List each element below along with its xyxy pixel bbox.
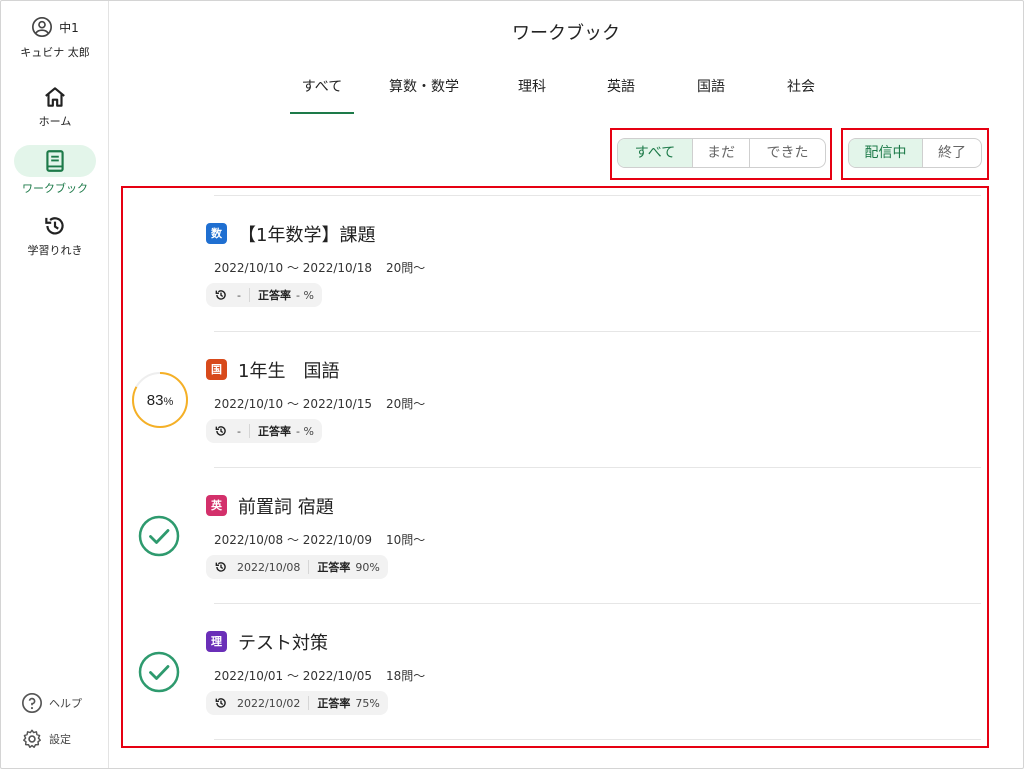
subject-badge: 理 xyxy=(206,631,227,652)
workbook-count: 20問〜 xyxy=(385,397,426,411)
help-link[interactable]: ヘルプ xyxy=(21,692,82,714)
workbook-item-math[interactable]: 数 【1年数学】課題 2022/10/10 〜 2022/10/18 20問〜 -… xyxy=(121,195,989,331)
history-icon xyxy=(215,290,226,300)
workbook-title: 前置詞 宿題 xyxy=(238,497,334,518)
list-divider xyxy=(214,739,981,740)
workbook-title: 1年生 国語 xyxy=(238,361,340,382)
sidebar: 中1 キュビナ 太郎 ホーム ワークブック 学習りれき ヘルプ 設定 xyxy=(1,1,109,768)
study-info-chip: 2022/10/08 正答率 90% xyxy=(206,555,388,579)
last-study-date: 2022/10/02 xyxy=(237,696,301,710)
subject-badge: 数 xyxy=(206,223,227,244)
tab-math[interactable]: 算数・数学 xyxy=(384,74,464,114)
progress-value: 83 xyxy=(147,392,164,409)
filter-done-button[interactable]: できた xyxy=(750,139,825,167)
gear-icon xyxy=(23,729,41,748)
tab-science[interactable]: 理科 xyxy=(517,74,547,114)
subject-badge: 国 xyxy=(206,359,227,380)
accuracy-value: - % xyxy=(295,288,314,302)
progress-filter: すべて まだ できた xyxy=(617,138,826,168)
tab-social[interactable]: 社会 xyxy=(786,74,816,114)
accuracy-label: 正答率 xyxy=(257,289,291,302)
tab-all[interactable]: すべて xyxy=(290,74,354,114)
tab-english[interactable]: 英語 xyxy=(606,74,636,114)
filter-all-button[interactable]: すべて xyxy=(618,139,693,167)
home-icon xyxy=(45,87,65,107)
subject-tabs: すべて 算数・数学 理科 英語 国語 社会 xyxy=(290,74,816,116)
user-profile[interactable]: 中1 キュビナ 太郎 xyxy=(1,14,109,60)
workbook-item-science[interactable]: 理 テスト対策 2022/10/01 〜 2022/10/05 18問〜 2022… xyxy=(121,603,989,739)
last-study-date: - xyxy=(237,288,241,302)
accuracy-label: 正答率 xyxy=(317,697,351,710)
study-info-chip: - 正答率 - % xyxy=(206,283,322,307)
workbook-list: 数 【1年数学】課題 2022/10/10 〜 2022/10/18 20問〜 -… xyxy=(121,187,989,747)
settings-link[interactable]: 設定 xyxy=(21,728,71,750)
history-icon xyxy=(215,426,226,436)
accuracy-value: 90% xyxy=(355,560,380,574)
history-icon xyxy=(45,217,64,235)
user-grade: 中1 xyxy=(59,20,79,35)
nav-item-workbook[interactable]: ワークブック xyxy=(14,145,96,203)
study-info-chip: 2022/10/02 正答率 75% xyxy=(206,691,388,715)
study-info-chip: - 正答率 - % xyxy=(206,419,322,443)
history-icon xyxy=(215,562,226,572)
accuracy-value: 75% xyxy=(355,696,380,710)
workbook-meta: 2022/10/10 〜 2022/10/18 20問〜 xyxy=(214,259,425,276)
nav-item-home[interactable]: ホーム xyxy=(14,84,96,142)
workbook-period: 2022/10/10 〜 2022/10/18 xyxy=(214,261,372,275)
tab-japanese[interactable]: 国語 xyxy=(696,74,726,114)
nav-label-workbook: ワークブック xyxy=(22,182,88,195)
nav-item-history[interactable]: 学習りれき xyxy=(14,213,96,271)
page-title: ワークブック xyxy=(512,23,620,44)
progress-unit: % xyxy=(163,396,173,408)
main-content: ワークブック すべて 算数・数学 理科 英語 国語 社会 すべて まだ できた … xyxy=(110,1,1022,768)
workbook-period: 2022/10/01 〜 2022/10/05 xyxy=(214,669,372,683)
nav-label-history: 学習りれき xyxy=(27,244,83,257)
check-circle-icon xyxy=(138,515,180,557)
help-label: ヘルプ xyxy=(49,697,82,710)
filter-ended-button[interactable]: 終了 xyxy=(923,139,981,167)
workbook-meta: 2022/10/10 〜 2022/10/15 20問〜 xyxy=(214,395,425,412)
progress-ring: 83% xyxy=(132,372,188,428)
workbook-title: テスト対策 xyxy=(238,633,328,654)
settings-label: 設定 xyxy=(49,733,71,746)
accuracy-label: 正答率 xyxy=(317,561,351,574)
workbook-period: 2022/10/08 〜 2022/10/09 xyxy=(214,533,372,547)
workbook-count: 20問〜 xyxy=(385,261,426,275)
workbook-item-english[interactable]: 英 前置詞 宿題 2022/10/08 〜 2022/10/09 10問〜 202… xyxy=(121,467,989,603)
workbook-period: 2022/10/10 〜 2022/10/15 xyxy=(214,397,372,411)
book-icon xyxy=(46,150,64,172)
workbook-title: 【1年数学】課題 xyxy=(238,225,376,246)
user-avatar-icon xyxy=(32,17,53,37)
workbook-meta: 2022/10/08 〜 2022/10/09 10問〜 xyxy=(214,531,425,548)
workbook-count: 18問〜 xyxy=(385,669,426,683)
nav-label-home: ホーム xyxy=(38,115,72,128)
workbook-count: 10問〜 xyxy=(385,533,426,547)
workbook-meta: 2022/10/01 〜 2022/10/05 18問〜 xyxy=(214,667,425,684)
subject-badge: 英 xyxy=(206,495,227,516)
help-icon xyxy=(22,693,42,713)
last-study-date: - xyxy=(237,424,241,438)
history-icon xyxy=(215,698,226,708)
filter-active-button[interactable]: 配信中 xyxy=(849,139,923,167)
user-name: キュビナ 太郎 xyxy=(20,46,90,59)
accuracy-value: - % xyxy=(295,424,314,438)
delivery-filter: 配信中 終了 xyxy=(848,138,982,168)
last-study-date: 2022/10/08 xyxy=(237,560,301,574)
check-circle-icon xyxy=(138,651,180,693)
filter-todo-button[interactable]: まだ xyxy=(693,139,750,167)
accuracy-label: 正答率 xyxy=(257,425,291,438)
workbook-item-japanese[interactable]: 83% 国 1年生 国語 2022/10/10 〜 2022/10/15 20問〜… xyxy=(121,331,989,467)
